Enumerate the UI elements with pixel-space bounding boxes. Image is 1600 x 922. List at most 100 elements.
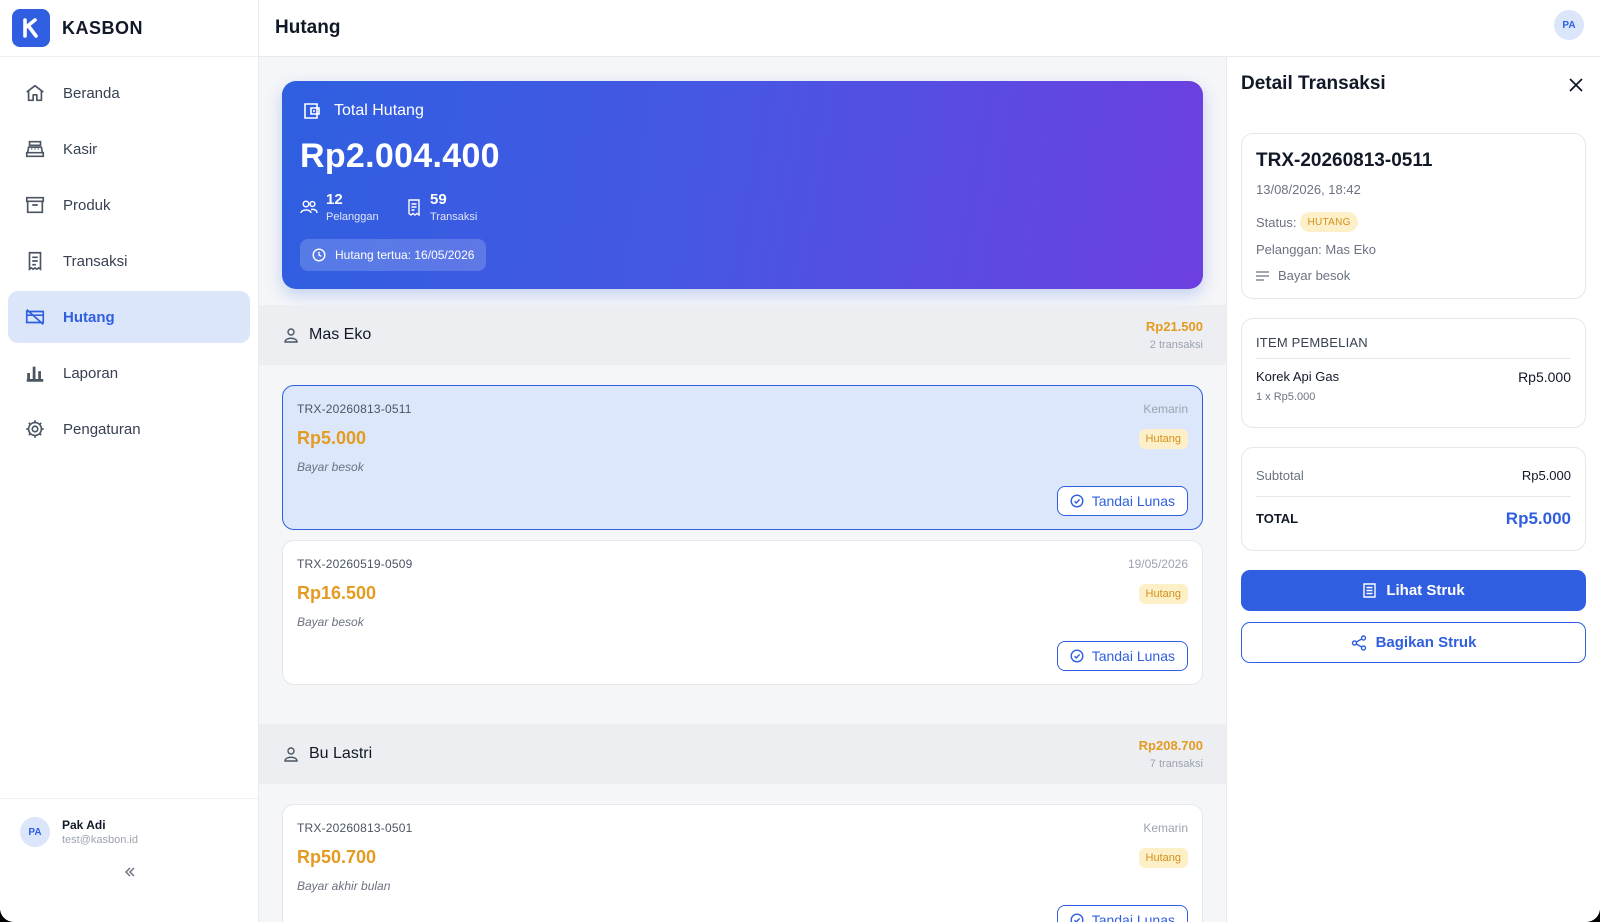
- sidebar: KASBON Beranda Kasir Produk Transaksi Hu…: [0, 0, 259, 922]
- detail-note: Bayar besok: [1256, 268, 1350, 283]
- sidebar-item-kasir[interactable]: Kasir: [8, 123, 250, 175]
- check-circle-icon: [1070, 494, 1084, 508]
- mark-paid-button[interactable]: Tandai Lunas: [1056, 905, 1188, 922]
- transactions-label: Transaksi: [430, 211, 478, 223]
- transaction-info-card: TRX-20260813-0511 13/08/2026, 18:42 Stat…: [1241, 133, 1586, 299]
- sidebar-item-label: Kasir: [63, 140, 98, 158]
- user-profile[interactable]: PA Pak Adi test@kasbon.id: [0, 799, 258, 847]
- wallet-icon: [304, 103, 320, 119]
- sidebar-item-produk[interactable]: Produk: [8, 179, 250, 231]
- brand-name: KASBON: [62, 17, 144, 38]
- transaction-amount: Rp50.700: [297, 847, 377, 867]
- archive-box-icon: [25, 196, 45, 214]
- items-section-title: ITEM PEMBELIAN: [1256, 335, 1368, 350]
- sidebar-item-laporan[interactable]: Laporan: [8, 347, 250, 399]
- transactions-stat: 59 Transaksi: [406, 191, 477, 223]
- user-name: Pak Adi: [62, 818, 106, 832]
- status-badge: Hutang: [1138, 429, 1188, 449]
- transaction-card[interactable]: TRX-20260519-0509 19/05/2026 Rp16.500 Hu…: [282, 540, 1203, 685]
- customer-name: Mas Eko: [309, 326, 372, 343]
- clock-icon: [312, 248, 326, 262]
- transactions-count: 59: [430, 191, 447, 208]
- collapse-sidebar-button[interactable]: [120, 862, 140, 882]
- user-icon: [284, 328, 298, 343]
- transaction-amount: Rp5.000: [297, 428, 367, 448]
- mark-paid-button[interactable]: Tandai Lunas: [1056, 486, 1188, 516]
- sidebar-item-pengaturan[interactable]: Pengaturan: [8, 403, 250, 455]
- transaction-amount: Rp16.500: [297, 583, 377, 603]
- transaction-card[interactable]: TRX-20260813-0511 Kemarin Rp5.000 Hutang…: [282, 385, 1203, 530]
- transaction-id: TRX-20260813-0511: [297, 402, 412, 416]
- customer-group-header[interactable]: Mas Eko Rp21.500 2 transaksi: [259, 305, 1226, 365]
- transaction-note: Bayar besok: [297, 615, 364, 629]
- user-icon: [284, 747, 298, 762]
- user-email: test@kasbon.id: [62, 834, 138, 846]
- avatar: PA: [20, 817, 50, 847]
- customer-total: Rp21.500: [1145, 319, 1203, 334]
- transaction-date: Kemarin: [1143, 821, 1188, 835]
- customer-transaction-count: 7 transaksi: [1149, 758, 1203, 770]
- detail-title: Detail Transaksi: [1241, 73, 1386, 94]
- customers-count: 12: [326, 191, 343, 208]
- sidebar-item-label: Hutang: [63, 308, 115, 326]
- purchase-items-card: ITEM PEMBELIAN Korek Api Gas Rp5.000 1 x…: [1241, 318, 1586, 428]
- customer-total: Rp208.700: [1138, 738, 1203, 753]
- status-badge: Hutang: [1138, 848, 1188, 868]
- avatar[interactable]: PA: [1554, 10, 1584, 40]
- customer-transaction-count: 2 transaksi: [1149, 339, 1203, 351]
- app-window: KASBON Beranda Kasir Produk Transaksi Hu…: [0, 0, 1600, 922]
- brand[interactable]: KASBON: [0, 0, 258, 57]
- check-circle-icon: [1070, 913, 1084, 922]
- users-icon: [300, 200, 318, 214]
- share-receipt-button[interactable]: Bagikan Struk: [1241, 622, 1586, 663]
- debt-card-icon: [25, 309, 45, 325]
- sidebar-item-transaksi[interactable]: Transaksi: [8, 235, 250, 287]
- brand-logo-icon: [12, 9, 50, 47]
- mark-paid-button[interactable]: Tandai Lunas: [1056, 641, 1188, 671]
- sidebar-nav: Beranda Kasir Produk Transaksi Hutang La…: [0, 57, 258, 455]
- total-value: Rp5.000: [1505, 509, 1571, 528]
- sidebar-item-beranda[interactable]: Beranda: [8, 67, 250, 119]
- total-label: TOTAL: [1256, 511, 1299, 526]
- close-detail-button[interactable]: [1566, 75, 1586, 95]
- totals-card: Subtotal Rp5.000 TOTAL Rp5.000: [1241, 447, 1586, 551]
- status-badge: HUTANG: [1300, 212, 1358, 232]
- status-badge: Hutang: [1138, 584, 1188, 604]
- note-lines-icon: [1256, 270, 1269, 281]
- detail-customer: Pelanggan: Mas Eko: [1256, 242, 1376, 257]
- oldest-debt-badge: Hutang tertua: 16/05/2026: [300, 239, 487, 271]
- sidebar-item-label: Beranda: [63, 84, 120, 102]
- topbar: Hutang PA: [259, 0, 1600, 57]
- transaction-note: Bayar besok: [297, 460, 364, 474]
- customers-stat: 12 Pelanggan: [300, 191, 379, 223]
- sidebar-footer: PA Pak Adi test@kasbon.id: [0, 798, 258, 922]
- customer-group-header[interactable]: Bu Lastri Rp208.700 7 transaksi: [259, 724, 1226, 784]
- sidebar-item-hutang[interactable]: Hutang: [8, 291, 250, 343]
- detail-datetime: 13/08/2026, 18:42: [1256, 182, 1361, 197]
- item-price: Rp5.000: [1518, 369, 1571, 385]
- item-name: Korek Api Gas: [1256, 369, 1340, 384]
- transaction-detail-panel: Detail Transaksi TRX-20260813-0511 13/08…: [1226, 57, 1600, 922]
- sidebar-item-label: Laporan: [63, 364, 119, 382]
- transaction-id: TRX-20260519-0509: [297, 557, 413, 571]
- gear-icon: [26, 420, 44, 438]
- view-receipt-button[interactable]: Lihat Struk: [1241, 570, 1586, 611]
- receipt-icon: [28, 251, 42, 271]
- sidebar-item-label: Pengaturan: [63, 420, 141, 438]
- cash-register-icon: [25, 140, 45, 158]
- total-debt-label: Total Hutang: [302, 101, 424, 121]
- total-debt-amount: Rp2.004.400: [300, 137, 500, 175]
- page-title: Hutang: [275, 17, 341, 38]
- total-debt-summary-card: Total Hutang Rp2.004.400 12 Pelanggan 59…: [282, 81, 1203, 289]
- sidebar-item-label: Transaksi: [63, 252, 128, 270]
- check-circle-icon: [1070, 649, 1084, 663]
- transaction-id: TRX-20260813-0501: [297, 821, 413, 835]
- share-icon: [1351, 634, 1366, 651]
- detail-transaction-id: TRX-20260813-0511: [1256, 150, 1433, 171]
- chevrons-left-icon: [124, 867, 135, 877]
- transaction-card[interactable]: TRX-20260813-0501 Kemarin Rp50.700 Hutan…: [282, 804, 1203, 922]
- subtotal-value: Rp5.000: [1521, 468, 1571, 483]
- receipt-icon: [1363, 583, 1377, 598]
- sidebar-item-label: Produk: [63, 196, 111, 214]
- detail-status: Status: HUTANG: [1256, 212, 1358, 232]
